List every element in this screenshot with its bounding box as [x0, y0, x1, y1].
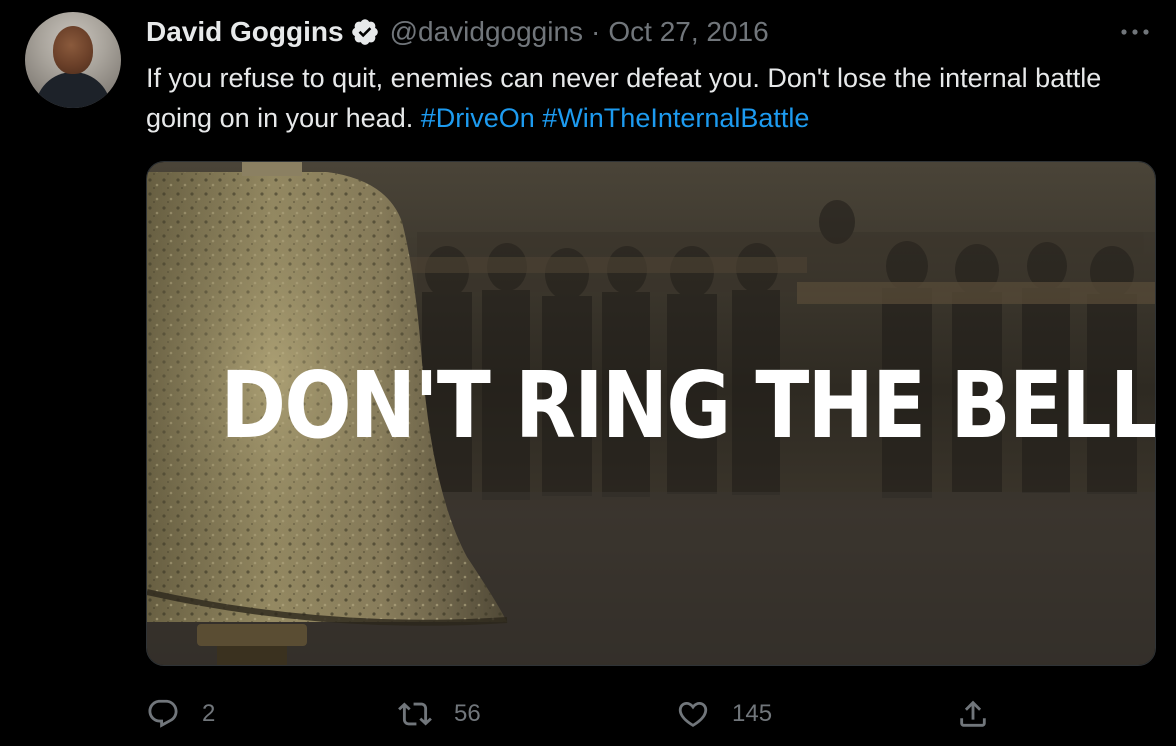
share-button[interactable] — [956, 690, 1012, 738]
separator-dot: · — [591, 16, 601, 47]
share-icon — [960, 700, 986, 727]
display-name[interactable]: David Goggins — [146, 16, 344, 48]
media-overlay-text: DON'T RING THE BELL — [220, 352, 1156, 459]
avatar[interactable] — [25, 12, 121, 108]
reply-button[interactable]: 2 — [146, 690, 215, 738]
hashtag-wintheinternalbattle[interactable]: #WinTheInternalBattle — [542, 103, 809, 133]
tweet-actions: 2 56 145 — [146, 690, 1156, 738]
hashtag-driveon[interactable]: #DriveOn — [421, 103, 535, 133]
tweet-media-image[interactable]: DON'T RING THE BELL — [146, 161, 1156, 666]
avatar-shirt — [35, 72, 111, 108]
tweet-header: David Goggins @davidgoggins · Oct 27, 20… — [146, 14, 769, 50]
reply-icon — [148, 699, 178, 728]
avatar-face — [53, 26, 93, 74]
more-horizontal-icon[interactable] — [1118, 20, 1152, 44]
retweet-icon — [398, 702, 432, 726]
verified-badge-icon — [350, 17, 380, 47]
tweet-date[interactable]: Oct 27, 2016 — [608, 16, 768, 48]
like-button[interactable]: 145 — [676, 690, 772, 738]
tweet-text: If you refuse to quit, enemies can never… — [146, 58, 1156, 138]
reply-count: 2 — [202, 700, 216, 727]
tweet[interactable]: David Goggins @davidgoggins · Oct 27, 20… — [0, 0, 1176, 746]
retweet-button[interactable]: 56 — [398, 690, 481, 738]
retweet-count: 56 — [454, 700, 481, 727]
heart-icon — [678, 701, 708, 727]
like-count: 145 — [732, 700, 773, 727]
handle[interactable]: @davidgoggins — [390, 16, 583, 48]
